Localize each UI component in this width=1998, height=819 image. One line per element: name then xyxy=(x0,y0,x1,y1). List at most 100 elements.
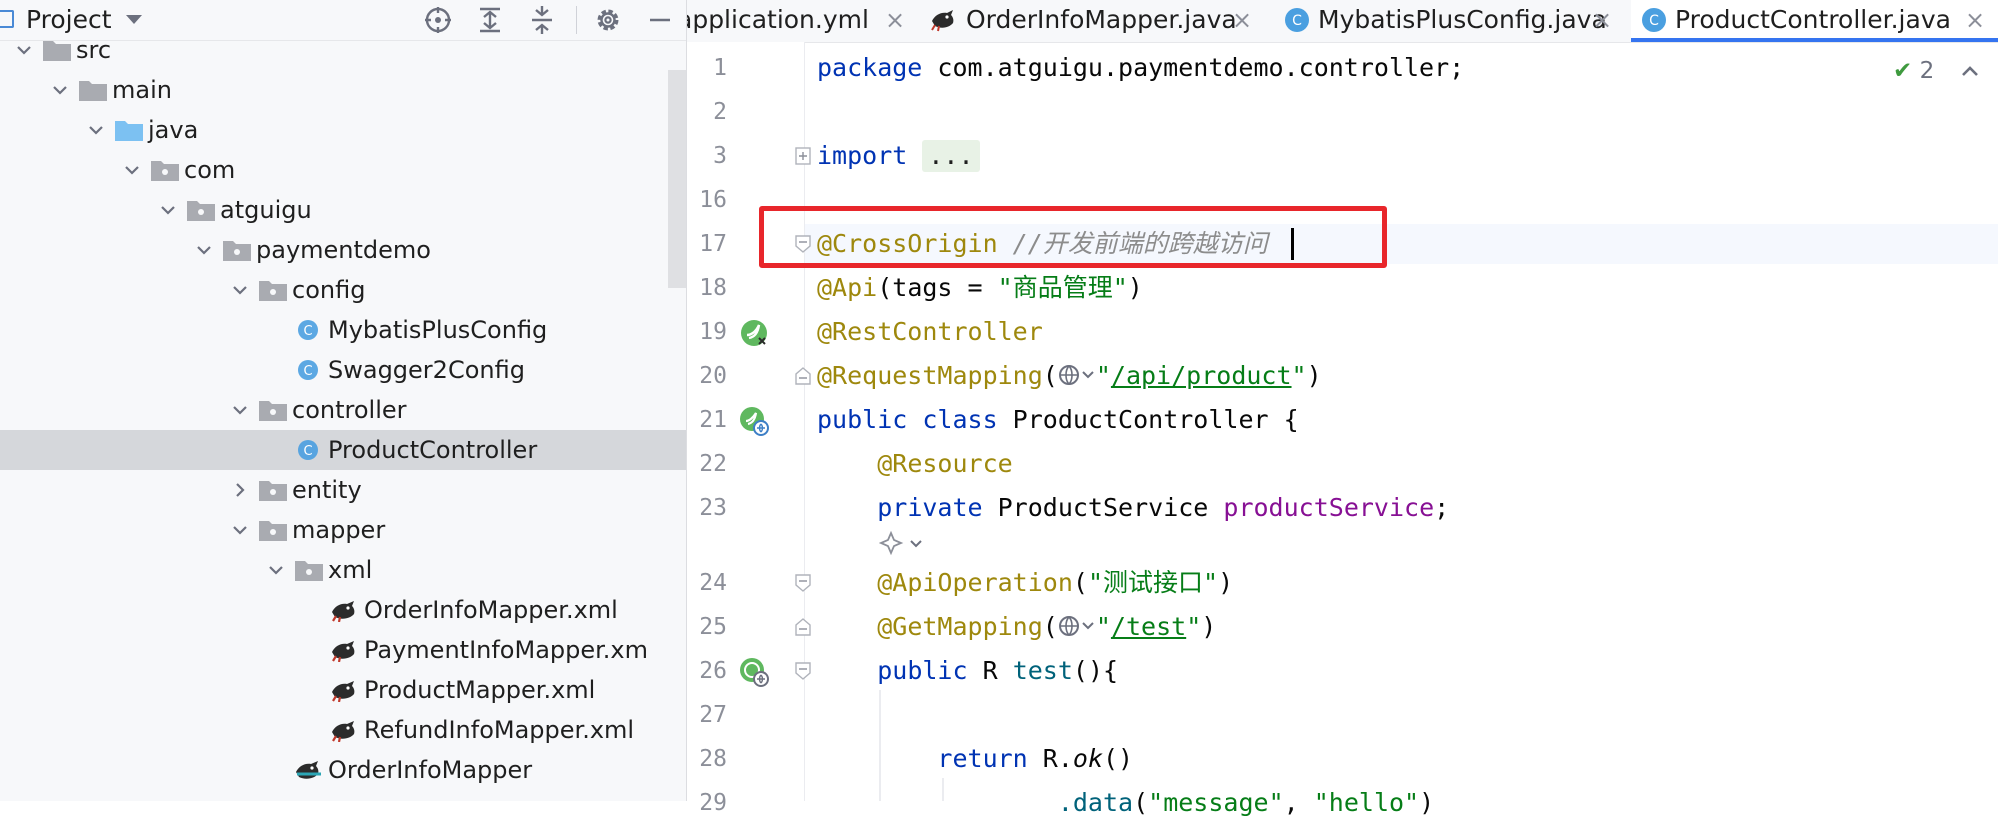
project-tool-window: Project src main java com atguigu paymentdemo… xyxy=(0,0,687,801)
svg-text:C: C xyxy=(303,324,312,339)
close-icon[interactable]: × xyxy=(885,4,905,36)
fold-expand-icon[interactable] xyxy=(795,147,811,165)
line-number: 23 xyxy=(699,495,727,521)
line-number: 17 xyxy=(699,231,727,257)
tab-application-yml[interactable]: application.yml × xyxy=(687,0,922,42)
chevron-down-icon[interactable] xyxy=(194,240,214,260)
code-line-23: private ProductService productService; xyxy=(877,493,1450,522)
close-icon[interactable]: × xyxy=(1965,4,1985,36)
tab-orderinfomapper-java[interactable]: OrderInfoMapper.java × xyxy=(922,0,1274,42)
spring-web-endpoint-icon[interactable] xyxy=(737,404,771,438)
chevron-down-icon[interactable] xyxy=(14,40,34,60)
tree-item[interactable]: xml xyxy=(0,550,686,590)
chevron-right-icon[interactable] xyxy=(230,480,250,500)
package-icon xyxy=(150,158,180,182)
tree-item[interactable]: mapper xyxy=(0,510,686,550)
tree-item[interactable]: RefundInfoMapper.xml xyxy=(0,710,686,750)
editor-tab-bar: application.yml × OrderInfoMapper.java ×… xyxy=(687,0,1998,43)
class-icon: C xyxy=(1641,7,1667,33)
tree-item[interactable]: atguigu xyxy=(0,190,686,230)
tab-mybatisplusconfig-java[interactable]: C MybatisPlusConfig.java × xyxy=(1274,0,1631,42)
fold-collapse-icon[interactable] xyxy=(795,574,811,592)
line-number: 16 xyxy=(699,187,727,213)
line-number: 28 xyxy=(699,746,727,772)
tree-item[interactable]: java xyxy=(0,110,686,150)
tree-item-label: RefundInfoMapper.xml xyxy=(364,716,635,744)
package-icon xyxy=(222,238,252,262)
package-icon xyxy=(258,398,288,422)
tree-item[interactable]: paymentdemo xyxy=(0,230,686,270)
tree-scrollbar-thumb[interactable] xyxy=(668,70,686,288)
chevron-down-icon[interactable] xyxy=(50,80,70,100)
tree-item[interactable]: src xyxy=(0,30,686,70)
tree-item-label: main xyxy=(112,76,172,104)
package-icon xyxy=(258,518,288,542)
tab-productcontroller-java[interactable]: C ProductController.java × xyxy=(1631,0,1998,42)
tab-label: ProductController.java xyxy=(1675,5,1951,34)
fold-collapse-icon[interactable] xyxy=(795,618,811,636)
url-link[interactable]: /api/product xyxy=(1111,361,1292,390)
globe-icon[interactable] xyxy=(1058,614,1096,638)
url-link[interactable]: /test xyxy=(1111,612,1186,641)
request-mapping-endpoint-icon[interactable] xyxy=(737,655,771,689)
svg-text:C: C xyxy=(303,444,312,459)
line-number: 21 xyxy=(699,407,727,433)
tree-item[interactable]: entity xyxy=(0,470,686,510)
chevron-down-icon[interactable] xyxy=(230,280,250,300)
spring-bean-icon[interactable] xyxy=(737,316,771,350)
svg-text:C: C xyxy=(303,364,312,379)
tree-item[interactable]: OrderInfoMapper.xml xyxy=(0,590,686,630)
close-icon[interactable]: × xyxy=(1232,4,1252,36)
tree-item[interactable]: controller xyxy=(0,390,686,430)
mybatis-bird-icon xyxy=(930,7,956,33)
code-editor[interactable]: 1 2 3 16 17 18 19 20 21 22 23 24 25 26 2… xyxy=(687,42,1998,817)
tree-item[interactable]: ProductMapper.xml xyxy=(0,670,686,710)
tool-window-icon xyxy=(0,10,14,28)
tree-item-label: Swagger2Config xyxy=(328,356,525,384)
tree-item[interactable]: C ProductController xyxy=(0,430,686,470)
mybatis-xml-icon xyxy=(330,598,360,622)
tree-item[interactable]: com xyxy=(0,150,686,190)
tree-item[interactable]: C MybatisPlusConfig xyxy=(0,310,686,350)
tree-item-label: PaymentInfoMapper.xm xyxy=(364,636,649,664)
chevron-down-icon[interactable] xyxy=(266,560,286,580)
chevron-down-icon[interactable] xyxy=(230,400,250,420)
tree-item-label: ProductMapper.xml xyxy=(364,676,596,704)
fold-collapse-icon[interactable] xyxy=(795,367,811,385)
code-line-24: @ApiOperation("测试接口") xyxy=(877,568,1234,597)
package-icon xyxy=(258,278,288,302)
chevron-down-icon[interactable] xyxy=(230,520,250,540)
package-icon xyxy=(258,478,288,502)
tree-item-label: java xyxy=(148,116,199,144)
svg-text:C: C xyxy=(1292,13,1302,29)
tree-item[interactable]: PaymentInfoMapper.xm xyxy=(0,630,686,670)
line-number: 19 xyxy=(699,319,727,345)
line-number: 22 xyxy=(699,451,727,477)
line-number: 27 xyxy=(699,702,727,728)
tree-item[interactable]: C Swagger2Config xyxy=(0,350,686,390)
tree-item-label: OrderInfoMapper xyxy=(328,756,533,784)
tree-item[interactable]: main xyxy=(0,70,686,110)
folded-imports[interactable]: ... xyxy=(922,140,980,172)
tree-item[interactable]: config xyxy=(0,270,686,310)
code-line-22: @Resource xyxy=(877,449,1013,478)
fold-collapse-icon[interactable] xyxy=(795,662,811,680)
chevron-down-icon[interactable] xyxy=(126,15,142,24)
chevron-down-icon[interactable] xyxy=(122,160,142,180)
code-line-19: @RestController xyxy=(817,317,1043,346)
tab-label: OrderInfoMapper.java xyxy=(966,5,1237,34)
svg-text:C: C xyxy=(1649,13,1659,29)
line-number: 2 xyxy=(713,99,727,125)
close-icon[interactable]: × xyxy=(1592,4,1612,36)
ai-sparkle-icon[interactable] xyxy=(878,530,929,558)
line-number: 18 xyxy=(699,275,727,301)
globe-icon[interactable] xyxy=(1058,363,1096,387)
code-line-28: return R.ok() xyxy=(937,744,1134,773)
chevron-down-icon[interactable] xyxy=(86,120,106,140)
tree-item-label: entity xyxy=(292,476,362,504)
chevron-down-icon[interactable] xyxy=(158,200,178,220)
tree-item-label: atguigu xyxy=(220,196,312,224)
code-line-26: public R test(){ xyxy=(877,656,1119,685)
tree-item[interactable]: OrderInfoMapper xyxy=(0,750,686,790)
line-number: 24 xyxy=(699,570,727,596)
